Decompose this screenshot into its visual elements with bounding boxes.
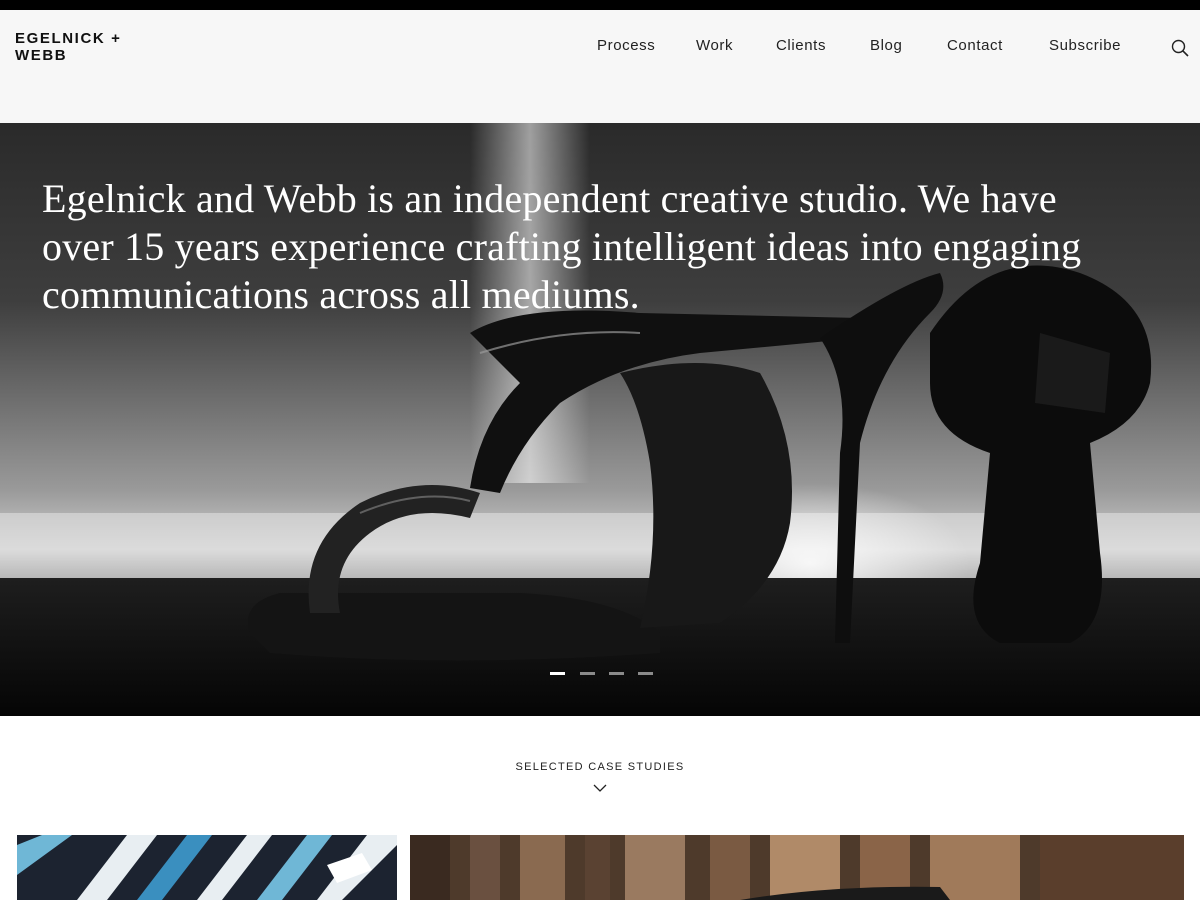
hero-headline: Egelnick and Webb is an independent crea… — [42, 176, 1082, 317]
nav-item-work[interactable]: Work — [696, 37, 733, 54]
nav-item-subscribe[interactable]: Subscribe — [1049, 37, 1121, 54]
site-header: EGELNICK + WEBB Process Work Clients Blo… — [0, 10, 1200, 123]
hero-banner: Egelnick and Webb is an independent crea… — [0, 123, 1200, 716]
case-study-card-left[interactable] — [17, 835, 397, 900]
selected-case-studies-label: SELECTED CASE STUDIES — [515, 761, 685, 773]
search-icon[interactable] — [1170, 38, 1190, 58]
slide-dot-3[interactable] — [609, 672, 624, 675]
case-study-image-stripes — [17, 835, 397, 900]
main-nav: Process Work Clients Blog Contact Subscr… — [0, 37, 1200, 57]
nav-item-blog[interactable]: Blog — [870, 37, 902, 54]
slide-dot-1[interactable] — [550, 672, 565, 675]
case-study-image-bookshelf — [410, 835, 1184, 900]
slide-dot-2[interactable] — [580, 672, 595, 675]
nav-item-process[interactable]: Process — [597, 37, 655, 54]
chevron-down-icon[interactable] — [593, 780, 607, 792]
nav-item-contact[interactable]: Contact — [947, 37, 1003, 54]
nav-item-clients[interactable]: Clients — [776, 37, 826, 54]
top-black-strip — [0, 0, 1200, 10]
case-study-card-right[interactable] — [410, 835, 1184, 900]
slide-dot-4[interactable] — [638, 672, 653, 675]
